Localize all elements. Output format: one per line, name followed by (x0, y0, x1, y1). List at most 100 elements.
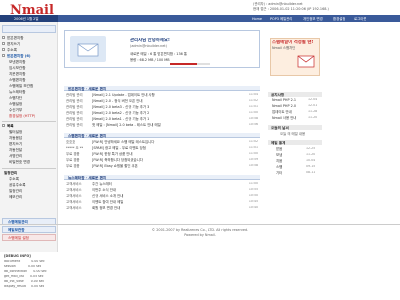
list-item: 11.20 (306, 153, 316, 156)
welcome-name: 관리자님 안녕하세요! (130, 38, 170, 43)
poll-title[interactable]: 오늘의 날씨 (271, 126, 289, 130)
list-item: 관리팀 관리 (66, 117, 83, 121)
spam-panel-title[interactable]: 스팸편지함 · 새로운 편지 (68, 134, 106, 138)
list-item[interactable]: 이번주 소식 안내 (92, 188, 242, 192)
list-item[interactable]: [FW:R] 축하합니다 당첨되셨습니다 (92, 158, 242, 162)
list-item: 10:50 (248, 194, 258, 197)
sidebar-item-http[interactable]: 환경설정 (HTTP) (9, 114, 35, 118)
list-item: 10:58 (248, 117, 258, 120)
list-item[interactable]: [Nmail] 2.0 beta2 - 신규 기능 추가 2 (92, 111, 242, 115)
stats-title: 메일 통계 (271, 140, 286, 145)
nav-profile[interactable]: 개인정보 변경 (303, 17, 323, 21)
sidebar-item-contacts[interactable]: 주소록 (7, 48, 17, 52)
nav-settings[interactable]: 환경설정 (333, 17, 345, 21)
sidebar-item-calendar[interactable]: 일정관리 (9, 189, 22, 193)
ad-title: 스팸메일이 걱정될 땐! (272, 40, 314, 45)
sidebar-item-memo[interactable]: 메모관리 (9, 195, 22, 199)
sidebar-item-signature[interactable]: 서명관리 (9, 154, 22, 158)
sidebar-item-shared-addressbook[interactable]: 공유주소록 (9, 183, 26, 187)
envelope-icon (296, 52, 316, 70)
newsletter-panel-title[interactable]: 뉴스레터함 · 새로운 편지 (68, 176, 106, 180)
list-item: 08.11 (306, 171, 316, 174)
sidebar-item-newsletter[interactable]: 뉴스레터함 (9, 90, 26, 94)
list-item[interactable]: 회원 정보 변경 안내 (92, 206, 242, 210)
list-item: 고객서비스 (66, 200, 82, 204)
notice-title[interactable]: 공지사항 (271, 93, 284, 97)
list-item: 10:56 (248, 123, 258, 126)
debug-line: document 0.00 sec (4, 260, 45, 263)
list-item[interactable]: [FW:R] 한정 특가 상품 안내 (92, 152, 242, 156)
sidebar-item-compose[interactable]: 편지쓰기 (7, 42, 20, 46)
list-item[interactable]: [Nmail] 2.0 beta3 - 신규 기능 추가 3 (92, 105, 242, 109)
sidebar-item-trash[interactable]: 지운편지함 (9, 72, 26, 76)
sidebar-header (2, 25, 56, 33)
debug-line: db_connection 0.00 sec (4, 270, 47, 273)
list-item[interactable]: [SPAM] 광고 메일 - 무료 이벤트 당첨 (92, 146, 242, 150)
sidebar-item-spam-archive[interactable]: 스팸메일 보관함 (9, 84, 33, 88)
nav-home[interactable]: Home (252, 17, 262, 21)
list-item: 10.04 (306, 159, 316, 162)
list-item: 11:04 (248, 93, 258, 96)
sidebar-item-write[interactable]: 편지쓰기 (9, 142, 22, 146)
list-item: 무료 경품 (66, 158, 80, 162)
list-item[interactable]: 신규 서비스 소개 안내 (92, 194, 242, 198)
access-time: 현재 접근 : 2006-01-02 11:20:06 (IP 192.168.… (253, 7, 329, 11)
list-item: 12.04 (308, 98, 318, 101)
list-item[interactable]: 첫 메일 : [Nmail] 2.0 beta - 테스트 안내 메일 (92, 123, 242, 127)
debug-title: [DEBUG INFO] (4, 254, 31, 258)
list-item[interactable]: 이벤트 참여 안내 메일 (92, 200, 242, 204)
usage-bar-fill (170, 63, 197, 65)
list-item: 12.01 (308, 104, 318, 107)
sidebar-item-sent[interactable]: 보낸편지함 (9, 60, 26, 64)
contacts-icon (2, 48, 5, 51)
debug-line: db_init_view 0.00 sec (4, 280, 45, 283)
list-item: 11:02 (248, 99, 258, 102)
sidebar-section-schedule[interactable]: 일정관리 (4, 171, 17, 175)
list-item[interactable]: Nmail 사용 안내 (272, 116, 296, 120)
sidebar-item-spam-settings[interactable]: 스팸설정 (9, 102, 22, 106)
list-item[interactable]: 주간 뉴스레터 (92, 182, 242, 186)
sidebar-section-folders[interactable]: 목록 (7, 124, 14, 128)
list-item: 호호호 (66, 140, 76, 144)
list-item[interactable]: [Nmail] 2.0 beta1 - 신규 기능 추가 1 (92, 117, 242, 121)
inbox-panel-title[interactable]: 받은편지함 · 새로운 편지 (68, 87, 106, 91)
welcome-stats: 새로운 메일 : 6 통 받은편지함 : 136 통 (130, 52, 187, 56)
list-item: 관리팀 관리 (66, 111, 83, 115)
debug-line: session 0.00 sec (4, 265, 42, 268)
nav-pop3[interactable]: POP3 메일관리 (270, 17, 292, 21)
sidebar-item-spam-block[interactable]: 스팸차단 (9, 96, 22, 100)
list-item[interactable]: [FW:R] Ebay 쇼핑몰 할인 쿠폰 (92, 164, 242, 168)
list-item: 11:00 (248, 152, 258, 155)
nav-logout[interactable]: 로그아웃 (354, 17, 366, 21)
list-item: 관리팀 관리 (66, 123, 83, 127)
list-item: 관리팀 관리 (66, 99, 83, 103)
debug-line: get_mail_list 0.05 sec (4, 275, 44, 278)
list-item: 받음 (276, 147, 283, 151)
sidebar-item-inbox-count[interactable]: 받은편지함 (6) (7, 54, 31, 58)
sidebar-item-reject[interactable]: 수신거부 (9, 108, 22, 112)
list-item: 10:40 (248, 206, 258, 209)
sidebar-item-inbox[interactable]: 받은편지함 (7, 36, 24, 40)
list-item: 보냄 (276, 153, 283, 157)
list-item: 11:00 (248, 111, 258, 114)
list-item: 11:02 (248, 140, 258, 143)
list-item[interactable]: [Nmail] 2.1 Update - 업데이트 안내 사항 (92, 93, 242, 97)
list-item: 관리팀 관리 (66, 93, 83, 97)
welcome-email: (admin@nbuilder.net) (130, 44, 167, 48)
sidebar-item-addressbook[interactable]: 주소록 (9, 177, 19, 181)
list-item[interactable]: Nmail PHP 2.1 (272, 98, 296, 102)
list-item: 고객서비스 (66, 194, 82, 198)
sidebar-item-forward[interactable]: 자동전달 (9, 148, 22, 152)
sidebar-item-autoreply[interactable]: 자동응답 (9, 136, 22, 140)
sidebar-item-spam[interactable]: 스팸편지함 (9, 78, 26, 82)
sidebar-item-password[interactable]: 비밀번호 변경 (9, 160, 30, 164)
sidebar-item-drafts[interactable]: 임시보관함 (9, 66, 26, 70)
list-item[interactable]: Nmail PHP 2.0 (272, 104, 296, 108)
list-item[interactable]: [FW:R] 안녕하세요 스팸 메일 테스트입니다 (92, 140, 242, 144)
list-icon (2, 124, 5, 127)
divider (2, 121, 56, 122)
list-item: 고객서비스 (66, 188, 82, 192)
list-item[interactable]: 업데이트 안내 (272, 110, 292, 114)
list-item[interactable]: [Nmail] 2.0 - 정식 버전 오픈 안내 (92, 99, 242, 103)
sidebar-item-filter[interactable]: 필터설정 (9, 130, 22, 134)
